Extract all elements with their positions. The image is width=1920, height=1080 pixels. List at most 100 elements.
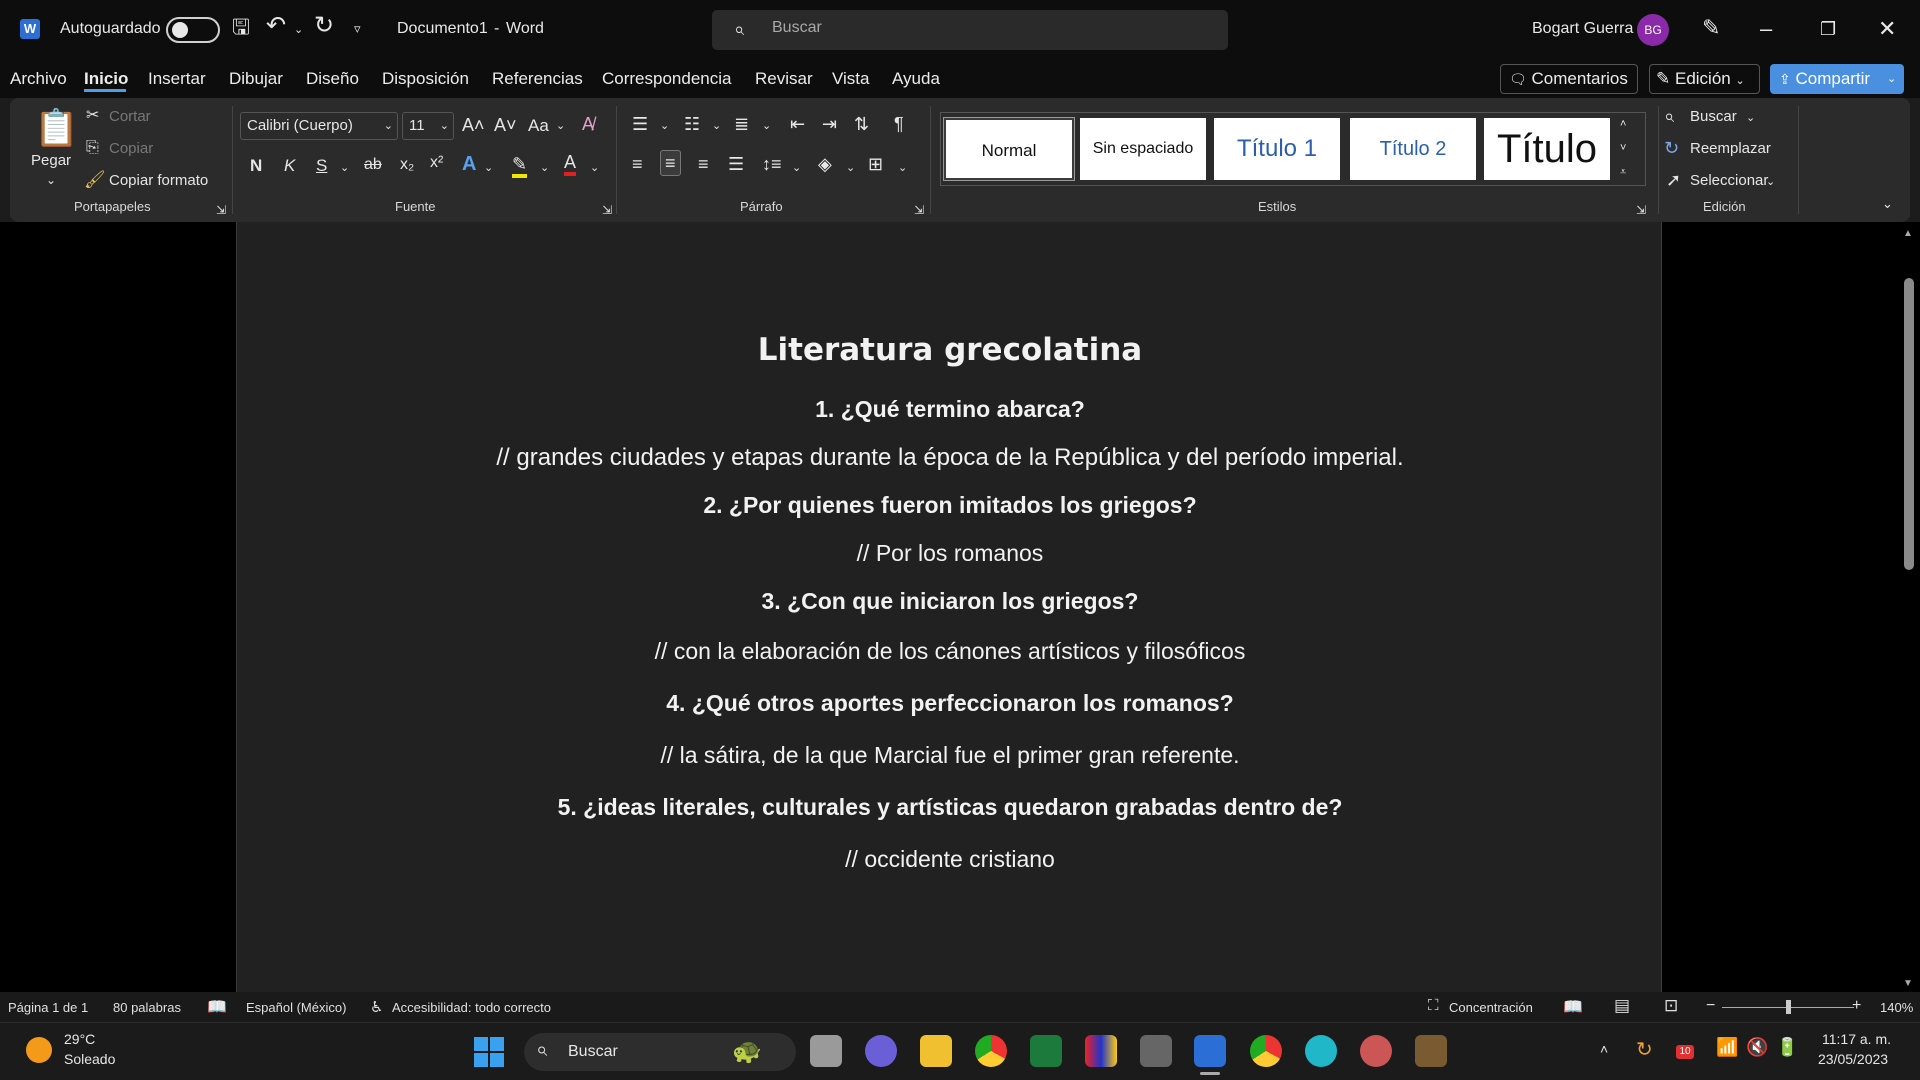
chrome-profile-icon[interactable]: [1250, 1035, 1282, 1067]
scroll-down-icon[interactable]: ▼: [1903, 974, 1913, 994]
undo-icon[interactable]: ↶: [266, 14, 286, 38]
clock-time[interactable]: 11:17 a. m.: [1822, 1031, 1891, 1047]
avatar[interactable]: BG: [1637, 14, 1669, 46]
zoom-slider-thumb[interactable]: [1786, 1000, 1791, 1014]
tab-ayuda[interactable]: Ayuda: [892, 69, 940, 89]
tab-referencias[interactable]: Referencias: [492, 69, 583, 89]
word-taskbar-icon[interactable]: [1194, 1035, 1226, 1067]
wifi-icon[interactable]: 📶: [1716, 1037, 1738, 1058]
highlight-color-icon[interactable]: ✎: [512, 154, 528, 178]
format-painter-icon[interactable]: 🖌: [84, 170, 106, 190]
app-icon[interactable]: [1360, 1035, 1392, 1067]
change-case-dropdown-icon[interactable]: ⌄: [556, 116, 565, 136]
find-dropdown-icon[interactable]: ⌄: [1746, 108, 1755, 128]
increase-indent-icon[interactable]: ⇥: [822, 114, 837, 134]
customize-toolbar-icon[interactable]: ▿: [354, 19, 361, 39]
italic-button[interactable]: K: [284, 156, 295, 176]
print-layout-icon[interactable]: ▤: [1614, 996, 1630, 1016]
weather-temp[interactable]: 29°C: [64, 1031, 95, 1047]
save-icon[interactable]: 🖫: [232, 17, 250, 38]
minecraft-icon[interactable]: [1415, 1035, 1447, 1067]
zoom-level[interactable]: 140%: [1880, 1000, 1913, 1015]
format-painter-button[interactable]: Copiar formato: [109, 172, 208, 189]
clock-date[interactable]: 23/05/2023: [1818, 1051, 1888, 1067]
restore-icon[interactable]: ❐: [1820, 14, 1836, 44]
close-icon[interactable]: ✕: [1878, 14, 1896, 44]
paste-icon[interactable]: 📋: [34, 108, 79, 148]
style-titulo[interactable]: Título: [1484, 118, 1610, 180]
canva-icon[interactable]: [1305, 1035, 1337, 1067]
collapse-ribbon-icon[interactable]: ⌄: [1882, 194, 1893, 214]
tab-vista[interactable]: Vista: [832, 69, 870, 89]
tab-disposicion[interactable]: Disposición: [382, 69, 469, 89]
styles-launcher-icon[interactable]: ⇲: [1636, 200, 1646, 220]
tab-correspondencia[interactable]: Correspondencia: [602, 69, 731, 89]
comments-button[interactable]: 🗨 Comentarios: [1500, 64, 1638, 94]
paragraph-launcher-icon[interactable]: ⇲: [914, 200, 924, 220]
font-family-select[interactable]: Calibri (Cuerpo) ⌄: [240, 112, 398, 140]
minimize-icon[interactable]: –: [1760, 14, 1772, 44]
paste-dropdown-icon[interactable]: ⌄: [46, 170, 56, 190]
underline-button[interactable]: S: [316, 156, 327, 176]
line-spacing-icon[interactable]: ↕≡: [762, 154, 782, 174]
share-dropdown-icon[interactable]: ⌄: [1887, 65, 1896, 93]
read-mode-icon[interactable]: 📖: [1563, 997, 1583, 1017]
bold-button[interactable]: N: [250, 156, 262, 176]
zoom-in-button[interactable]: +: [1852, 997, 1861, 1015]
undo-dropdown-icon[interactable]: ⌄: [294, 20, 303, 40]
focus-mode[interactable]: Concentración: [1449, 1000, 1533, 1015]
subscript-button[interactable]: x₂: [400, 156, 414, 174]
taskbar-search[interactable]: ⌕ Buscar 🐢: [524, 1033, 796, 1071]
tab-diseno[interactable]: Diseño: [306, 69, 359, 89]
scroll-up-icon[interactable]: ▲: [1903, 224, 1913, 244]
tab-dibujar[interactable]: Dibujar: [229, 69, 283, 89]
file-explorer-icon[interactable]: [920, 1035, 952, 1067]
designer-pen-icon[interactable]: ✎: [1702, 17, 1720, 39]
style-normal[interactable]: Normal: [943, 117, 1075, 181]
chevron-up-icon[interactable]: ˄: [1600, 1041, 1608, 1057]
web-layout-icon[interactable]: ⊡: [1664, 996, 1678, 1016]
find-button[interactable]: Buscar: [1690, 108, 1737, 125]
vertical-scrollbar[interactable]: ▲ ▼: [1898, 222, 1920, 992]
bullets-icon[interactable]: ☰: [632, 114, 648, 134]
shading-dropdown-icon[interactable]: ⌄: [846, 158, 855, 178]
styles-more-icon[interactable]: ⩡: [1620, 162, 1626, 182]
borders-dropdown-icon[interactable]: ⌄: [898, 158, 907, 178]
decrease-indent-icon[interactable]: ⇤: [790, 114, 805, 134]
underline-dropdown-icon[interactable]: ⌄: [340, 158, 349, 178]
borders-icon[interactable]: ⊞: [868, 154, 883, 174]
replace-button[interactable]: Reemplazar: [1690, 140, 1771, 157]
highlight-dropdown-icon[interactable]: ⌄: [540, 158, 549, 178]
excel-icon[interactable]: [1030, 1035, 1062, 1067]
user-name[interactable]: Bogart Guerra: [1532, 20, 1633, 38]
align-left-icon[interactable]: ≡: [632, 154, 643, 174]
autosave-toggle[interactable]: [166, 17, 220, 43]
font-color-dropdown-icon[interactable]: ⌄: [590, 158, 599, 178]
multilevel-list-icon[interactable]: ≣: [734, 114, 749, 134]
font-size-select[interactable]: 11 ⌄: [402, 112, 454, 140]
page-count[interactable]: Página 1 de 1: [8, 1000, 88, 1015]
calculator-icon[interactable]: [1140, 1035, 1172, 1067]
tab-inicio[interactable]: Inicio: [84, 69, 128, 89]
paste-button[interactable]: Pegar: [31, 152, 71, 169]
chat-icon[interactable]: [865, 1035, 897, 1067]
font-color-icon[interactable]: A: [564, 152, 577, 176]
style-sin-espaciado[interactable]: Sin espaciado: [1080, 118, 1206, 180]
weather-desc[interactable]: Soleado: [64, 1051, 115, 1067]
text-effects-dropdown-icon[interactable]: ⌄: [484, 158, 493, 178]
tab-revisar[interactable]: Revisar: [755, 69, 813, 89]
start-icon[interactable]: [474, 1037, 504, 1067]
shrink-font-icon[interactable]: A˅: [494, 115, 517, 135]
battery-icon[interactable]: 🔋: [1776, 1037, 1798, 1058]
tab-insertar[interactable]: Insertar: [148, 69, 206, 89]
sync-icon[interactable]: ↻: [1636, 1037, 1653, 1062]
numbering-dropdown-icon[interactable]: ⌄: [712, 116, 721, 136]
clear-formatting-icon[interactable]: A̸: [582, 114, 594, 134]
chrome-icon[interactable]: [975, 1035, 1007, 1067]
language[interactable]: Español (México): [246, 1000, 346, 1015]
proofing-icon[interactable]: 📖: [207, 997, 227, 1017]
grow-font-icon[interactable]: A˄: [462, 115, 485, 135]
editing-mode-button[interactable]: ✎ Edición ⌄: [1649, 64, 1760, 94]
show-formatting-icon[interactable]: ¶: [894, 114, 904, 134]
line-spacing-dropdown-icon[interactable]: ⌄: [792, 158, 801, 178]
